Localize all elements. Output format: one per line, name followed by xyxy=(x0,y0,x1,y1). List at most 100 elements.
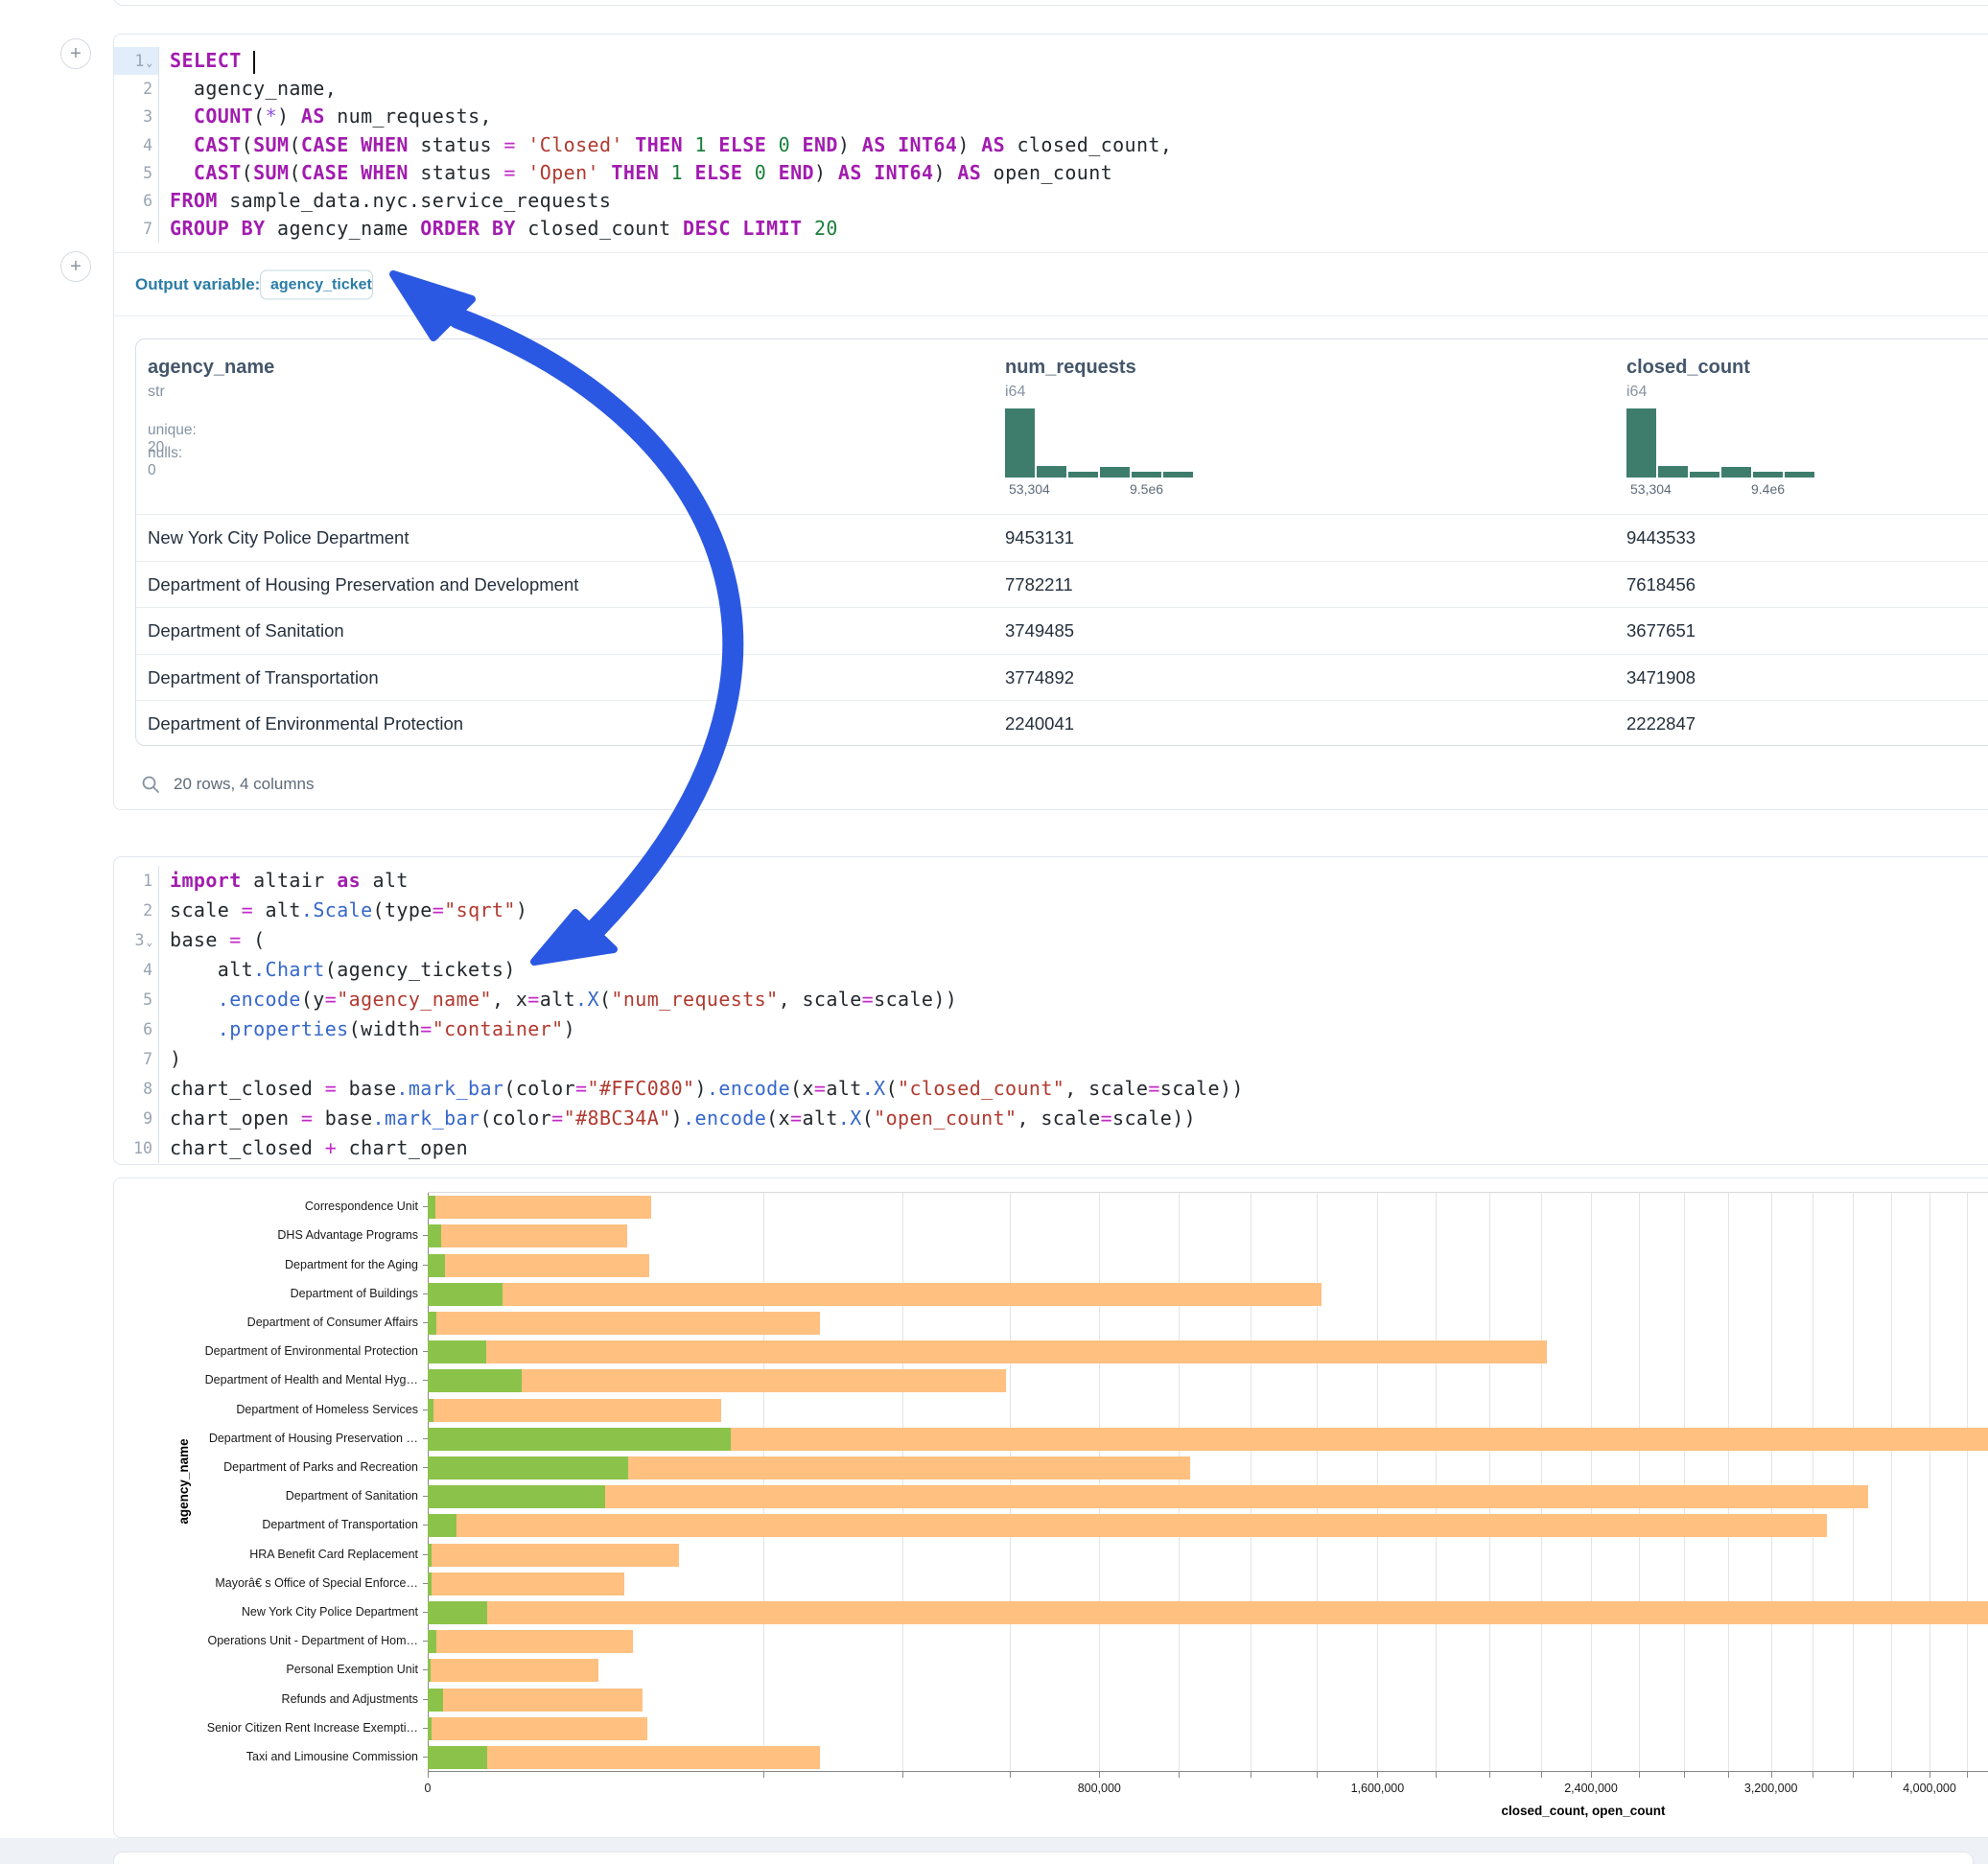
code-text: .properties(width="container") xyxy=(158,1014,575,1044)
code-line[interactable]: 10chart_closed + chart_open xyxy=(114,1133,1988,1163)
code-text: scale = alt.Scale(type="sqrt") xyxy=(158,896,527,925)
y-axis-label: Department of Sanitation xyxy=(286,1489,418,1503)
x-axis-label: 4,000,000 xyxy=(1903,1782,1956,1795)
add-cell-button[interactable]: + xyxy=(60,251,91,282)
histogram-bar xyxy=(1100,467,1130,478)
histogram-bar xyxy=(1658,466,1688,478)
x-tick xyxy=(428,1772,429,1778)
code-line[interactable]: 1import altair as alt xyxy=(114,866,1988,896)
y-axis-label: Mayorâ€ s Office of Special Enforce… xyxy=(215,1576,418,1590)
histogram-min-label: 53,304 xyxy=(1630,481,1672,497)
open-count-bar xyxy=(428,1254,445,1277)
output-variable-row: Output variable: agency_tickets xyxy=(114,252,1988,316)
table-row[interactable]: Department of Housing Preservation and D… xyxy=(136,561,1988,609)
table-cell[interactable]: Department of Transportation xyxy=(148,667,379,688)
line-number[interactable]: 1⌄ xyxy=(114,47,158,75)
table-row[interactable]: Department of Environmental Protection 22… xyxy=(136,700,1988,748)
table-cell[interactable]: 3677651 xyxy=(1626,620,1696,641)
collapse-caret-icon[interactable]: ⌄ xyxy=(146,57,152,69)
line-number: 4 xyxy=(114,955,158,985)
table-cell[interactable]: 7782211 xyxy=(1005,574,1073,595)
closed-count-bar xyxy=(428,1717,647,1740)
code-line[interactable]: 4 alt.Chart(agency_tickets) xyxy=(114,955,1988,985)
table-row[interactable]: Department of Sanitation 3749485 3677651 xyxy=(136,607,1988,655)
gridline xyxy=(1436,1193,1437,1772)
y-axis-label: DHS Advantage Programs xyxy=(277,1228,418,1242)
table-cell[interactable]: Department of Sanitation xyxy=(148,620,344,641)
row-column-count: 20 rows, 4 columns xyxy=(174,775,314,794)
x-axis-title: closed_count, open_count xyxy=(1501,1804,1665,1818)
table-cell[interactable]: 3749485 xyxy=(1005,620,1074,641)
code-line[interactable]: 2scale = alt.Scale(type="sqrt") xyxy=(114,896,1988,925)
code-text: agency_name, xyxy=(158,75,337,103)
code-line[interactable]: 8chart_closed = base.mark_bar(color="#FF… xyxy=(114,1074,1988,1104)
search-icon[interactable] xyxy=(141,775,160,794)
x-axis-label: 2,400,000 xyxy=(1564,1782,1618,1795)
table-cell[interactable]: 3471908 xyxy=(1626,667,1696,688)
code-text: chart_closed + chart_open xyxy=(158,1133,468,1163)
code-line[interactable]: 3⌄base = ( xyxy=(114,925,1988,955)
open-count-bar xyxy=(428,1340,486,1363)
column-type: i64 xyxy=(1005,384,1025,401)
output-variable-input[interactable]: agency_tickets xyxy=(260,269,373,299)
column-stat-nulls: nulls: 0 xyxy=(148,445,182,479)
gridline xyxy=(1853,1193,1854,1772)
code-line[interactable]: 4 CAST(SUM(CASE WHEN status = 'Closed' T… xyxy=(114,131,1988,159)
x-tick xyxy=(1099,1772,1100,1778)
table-cell[interactable]: 3774892 xyxy=(1005,667,1074,688)
table-cell[interactable]: 9443533 xyxy=(1626,527,1696,548)
histogram-bar xyxy=(1753,472,1783,478)
line-number: 2 xyxy=(114,896,158,925)
python-code-editor[interactable]: 1import altair as alt2scale = alt.Scale(… xyxy=(114,866,1988,1163)
table-cell[interactable]: 2222847 xyxy=(1626,713,1696,734)
line-number[interactable]: 3⌄ xyxy=(114,925,158,955)
code-line[interactable]: 7) xyxy=(114,1044,1988,1074)
code-line[interactable]: 6 .properties(width="container") xyxy=(114,1014,1988,1044)
code-line[interactable]: 3 COUNT(*) AS num_requests, xyxy=(114,103,1988,130)
code-line[interactable]: 7GROUP BY agency_name ORDER BY closed_co… xyxy=(114,215,1988,243)
x-tick xyxy=(1377,1772,1378,1778)
table-cell[interactable]: Department of Housing Preservation and D… xyxy=(148,574,578,595)
code-line[interactable]: 5 .encode(y="agency_name", x=alt.X("num_… xyxy=(114,985,1988,1014)
code-text: FROM sample_data.nyc.service_requests xyxy=(158,187,611,215)
add-cell-button[interactable]: + xyxy=(60,38,91,69)
code-line[interactable]: 5 CAST(SUM(CASE WHEN status = 'Open' THE… xyxy=(114,159,1988,187)
code-line[interactable]: 1⌄SELECT xyxy=(114,47,1988,75)
code-text: chart_open = base.mark_bar(color="#8BC34… xyxy=(158,1104,1196,1133)
y-axis-labels: Correspondence Unit DHS Advantage Program… xyxy=(114,1192,428,1771)
open-count-bar xyxy=(428,1544,432,1567)
gridline xyxy=(763,1193,764,1772)
table-cell[interactable]: New York City Police Department xyxy=(148,527,409,548)
open-count-bar xyxy=(428,1485,605,1508)
closed-count-bar xyxy=(428,1283,1321,1306)
table-cell[interactable]: Department of Environmental Protection xyxy=(148,713,463,734)
table-cell[interactable]: 9453131 xyxy=(1005,527,1074,548)
code-line[interactable]: 9chart_open = base.mark_bar(color="#8BC3… xyxy=(114,1104,1988,1133)
code-line[interactable]: 6FROM sample_data.nyc.service_requests xyxy=(114,187,1988,215)
open-count-bar xyxy=(428,1689,443,1712)
x-tick xyxy=(1489,1772,1490,1778)
x-tick xyxy=(1891,1772,1892,1778)
table-cell[interactable]: 2240041 xyxy=(1005,713,1074,734)
gridline xyxy=(1541,1193,1542,1772)
closed-count-bar xyxy=(428,1254,649,1277)
collapse-caret-icon[interactable]: ⌄ xyxy=(146,936,152,948)
y-axis-label: Correspondence Unit xyxy=(305,1200,418,1213)
code-text: base = ( xyxy=(158,925,266,955)
code-text: GROUP BY agency_name ORDER BY closed_cou… xyxy=(158,215,838,243)
closed-count-bar xyxy=(428,1399,721,1422)
open-count-bar xyxy=(428,1601,487,1624)
line-number: 8 xyxy=(114,1074,158,1104)
table-row[interactable]: Department of Transportation 3774892 34719… xyxy=(136,654,1988,702)
x-tick xyxy=(1853,1772,1854,1778)
gridline xyxy=(902,1193,903,1772)
code-text: ) xyxy=(158,1044,181,1074)
table-row[interactable]: New York City Police Department 9453131 94… xyxy=(136,514,1988,562)
code-text: alt.Chart(agency_tickets) xyxy=(158,955,516,985)
sql-code-editor[interactable]: 1⌄SELECT 2 agency_name,3 COUNT(*) AS num… xyxy=(114,47,1988,243)
open-count-bar xyxy=(428,1369,522,1392)
column-histogram xyxy=(1005,408,1197,478)
code-line[interactable]: 2 agency_name, xyxy=(114,75,1988,103)
table-cell[interactable]: 7618456 xyxy=(1626,574,1696,595)
y-axis-label: Department of Parks and Recreation xyxy=(223,1460,418,1474)
